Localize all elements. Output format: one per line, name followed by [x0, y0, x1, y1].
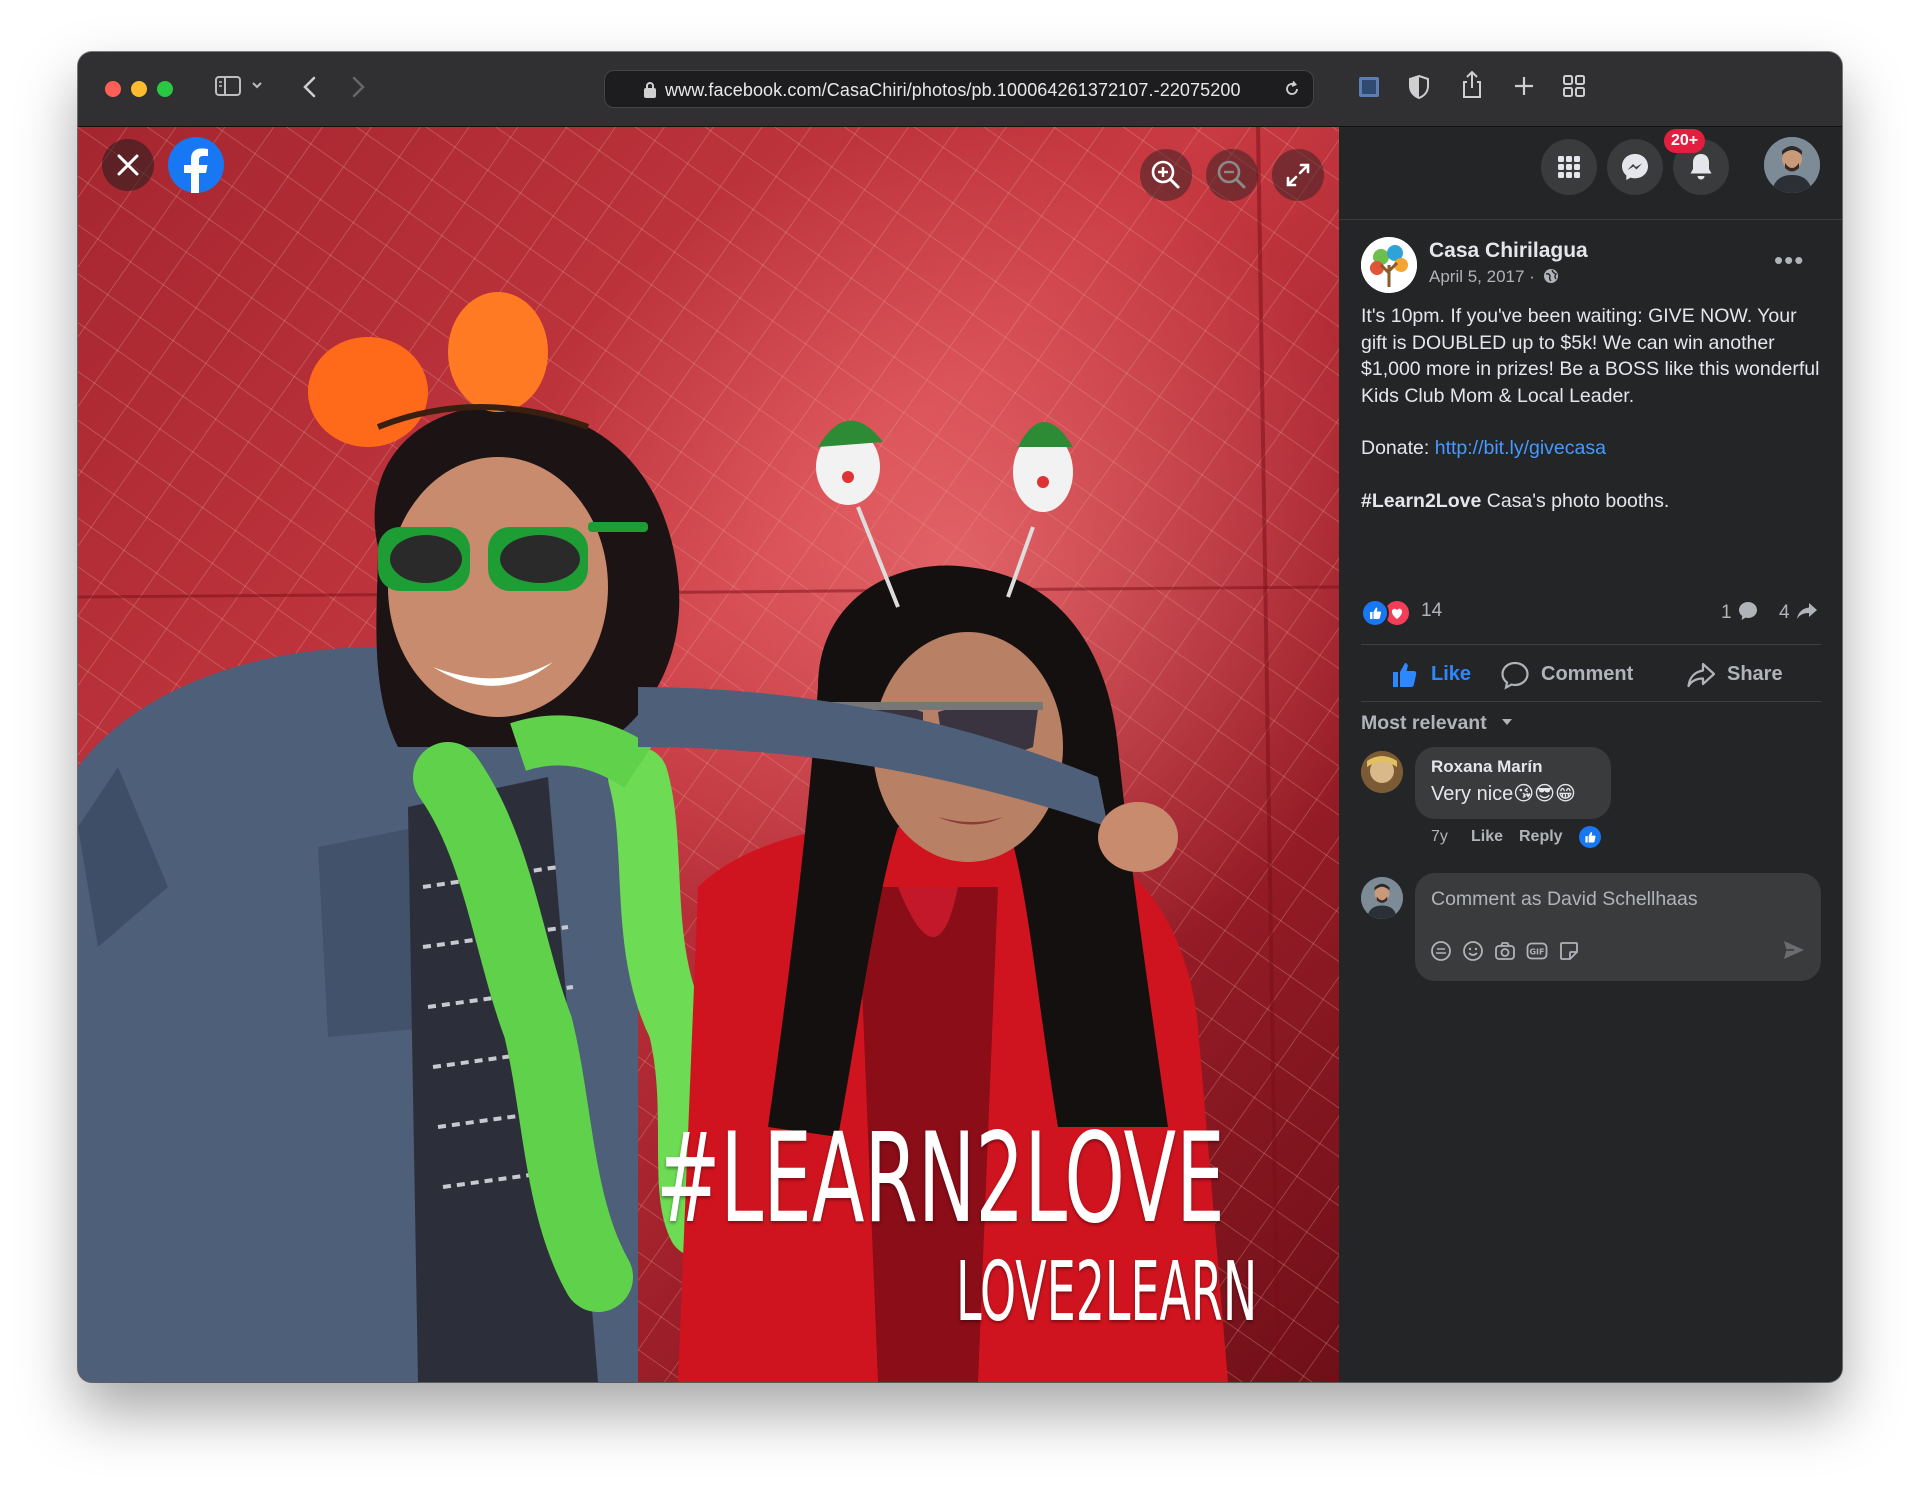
menu-button[interactable]	[1541, 139, 1597, 195]
hashtag-link[interactable]: #Learn2Love	[1361, 490, 1481, 512]
post-hashtag-line: #Learn2Love Casa's photo booths.	[1361, 488, 1821, 515]
tab-overview-icon[interactable]	[1562, 74, 1586, 103]
page-name[interactable]: Casa Chirilagua	[1429, 239, 1588, 263]
back-icon[interactable]	[300, 74, 320, 105]
comment-text: Very nice😘😎😁	[1431, 783, 1576, 805]
share-button[interactable]: Share	[1685, 657, 1805, 693]
post-date[interactable]: April 5, 2017 ·	[1429, 267, 1559, 287]
new-tab-icon[interactable]	[1512, 74, 1536, 103]
comment-bubble[interactable]: Roxana Marín Very nice😘😎😁	[1415, 747, 1611, 819]
header-divider	[1339, 219, 1842, 220]
zoom-in-icon	[1151, 160, 1180, 189]
messenger-icon	[1622, 154, 1648, 180]
comment-count-icon	[1738, 602, 1757, 620]
comment-label[interactable]: Comment	[1541, 663, 1633, 686]
photo-viewer[interactable]: #LEARN2LOVE LOVE2LEARN	[78, 127, 1339, 1382]
comment-like-reaction-icon[interactable]	[1579, 826, 1601, 848]
photo-overlay-tagline: LOVE2LEARN	[956, 1245, 1258, 1340]
close-photo-button[interactable]	[102, 139, 154, 191]
like-label[interactable]: Like	[1431, 663, 1471, 686]
close-icon	[117, 154, 139, 176]
comment-input[interactable]: Comment as David Schellhaas	[1431, 888, 1698, 911]
post-date-text[interactable]: April 5, 2017 ·	[1429, 267, 1535, 286]
messenger-button[interactable]	[1607, 139, 1663, 195]
donate-link[interactable]: http://bit.ly/givecasa	[1435, 437, 1606, 459]
gif-icon[interactable]: GIF	[1525, 939, 1549, 968]
comment-reply-button[interactable]: Reply	[1519, 828, 1563, 846]
zoom-in-button[interactable]	[1140, 149, 1192, 201]
comment-count-value[interactable]: 1	[1721, 602, 1732, 623]
comment-author[interactable]: Roxana Marín	[1431, 757, 1542, 777]
sidebar-toggle-icon[interactable]	[214, 74, 242, 103]
menu-grid-icon	[1558, 156, 1580, 178]
zoom-out-button[interactable]	[1206, 149, 1258, 201]
actions-top-divider	[1361, 644, 1821, 645]
post-donate-line: Donate: http://bit.ly/givecasa	[1361, 435, 1821, 462]
zoom-window-button[interactable]	[157, 81, 173, 97]
chevron-down-icon[interactable]	[250, 78, 264, 97]
caret-down-icon	[1502, 719, 1513, 725]
facebook-logo-icon[interactable]	[168, 137, 224, 193]
url-text[interactable]: www.facebook.com/CasaChiri/photos/pb.100…	[665, 80, 1275, 101]
comment-button[interactable]: Comment	[1499, 657, 1659, 693]
reaction-count[interactable]: 14	[1421, 600, 1442, 622]
browser-window: www.facebook.com/CasaChiri/photos/pb.100…	[78, 52, 1842, 1382]
forward-icon[interactable]	[348, 74, 368, 105]
notification-badge: 20+	[1664, 129, 1706, 153]
privacy-shield-icon[interactable]	[1408, 74, 1430, 105]
comment-sort-dropdown[interactable]: Most relevant	[1361, 712, 1514, 735]
comment-count[interactable]: 1	[1721, 600, 1759, 624]
page-avatar[interactable]	[1361, 237, 1417, 293]
browser-toolbar: www.facebook.com/CasaChiri/photos/pb.100…	[78, 52, 1842, 127]
extension-icon[interactable]	[1356, 74, 1382, 105]
share-count-icon	[1796, 603, 1817, 619]
close-window-button[interactable]	[105, 81, 121, 97]
comment-icon	[1501, 661, 1529, 690]
share-count[interactable]: 4	[1779, 600, 1819, 624]
commenter-avatar[interactable]	[1361, 751, 1403, 793]
share-count-value[interactable]: 4	[1779, 602, 1790, 623]
emoji-icon[interactable]	[1461, 939, 1485, 968]
donate-label: Donate:	[1361, 437, 1435, 459]
fullscreen-button[interactable]	[1272, 149, 1324, 201]
zoom-out-icon	[1217, 160, 1246, 189]
share-icon	[1687, 662, 1716, 688]
lock-icon	[643, 81, 657, 104]
more-options-button[interactable]: •••	[1774, 245, 1804, 276]
reload-icon[interactable]	[1283, 80, 1301, 103]
post-panel: 20+ Casa Chirilagua April 5, 2017 · ••• …	[1339, 127, 1842, 1382]
photo-overlay-hashtag: #LEARN2LOVE	[656, 1107, 1225, 1251]
camera-icon[interactable]	[1493, 939, 1517, 968]
comment-age[interactable]: 7y	[1431, 828, 1448, 846]
minimize-window-button[interactable]	[131, 81, 147, 97]
hashtag-rest: Casa's photo booths.	[1481, 489, 1670, 512]
actions-bottom-divider	[1361, 701, 1821, 702]
share-browser-icon[interactable]	[1460, 70, 1484, 105]
account-avatar[interactable]	[1764, 137, 1820, 193]
composer-avatar[interactable]	[1361, 877, 1403, 919]
like-icon	[1393, 663, 1417, 687]
share-label[interactable]: Share	[1727, 663, 1783, 686]
avatar-sticker-icon[interactable]	[1429, 939, 1453, 968]
sticker-icon[interactable]	[1557, 939, 1581, 968]
post-paragraph: It's 10pm. If you've been waiting: GIVE …	[1361, 305, 1820, 407]
svg-text:GIF: GIF	[1529, 948, 1544, 957]
reactions-summary: 14 1 4	[1361, 597, 1821, 627]
address-bar[interactable]: www.facebook.com/CasaChiri/photos/pb.100…	[604, 70, 1314, 108]
sort-label[interactable]: Most relevant	[1361, 712, 1487, 734]
send-icon[interactable]	[1781, 937, 1807, 968]
comment-like-button[interactable]: Like	[1471, 828, 1503, 846]
comment-composer[interactable]: Comment as David Schellhaas GIF	[1415, 873, 1821, 981]
fullscreen-icon	[1286, 163, 1310, 187]
like-button[interactable]: Like	[1389, 657, 1489, 693]
globe-icon	[1543, 269, 1558, 283]
like-reaction-icon[interactable]	[1361, 599, 1389, 627]
post-message: It's 10pm. If you've been waiting: GIVE …	[1361, 303, 1821, 540]
